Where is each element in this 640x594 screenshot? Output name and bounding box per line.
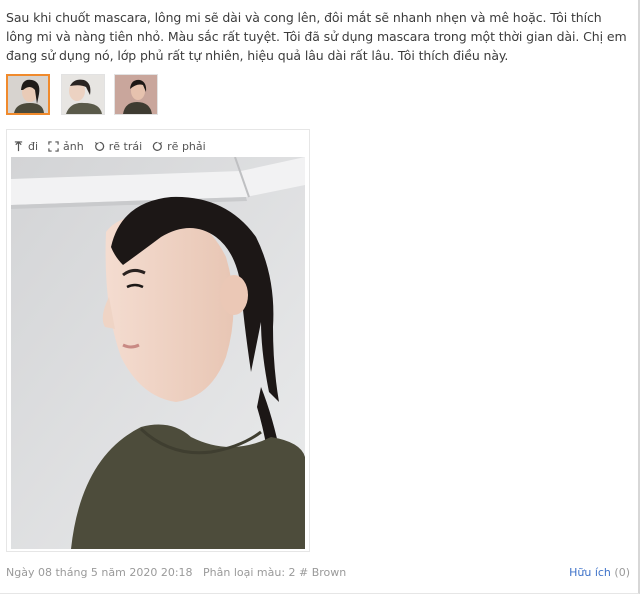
collapse-button[interactable]: đi — [13, 140, 38, 153]
fullscreen-label: ảnh — [63, 139, 84, 153]
helpful-count: (0) — [614, 566, 630, 579]
fullscreen-icon — [48, 140, 59, 152]
review-text: Sau khi chuốt mascara, lông mi sẽ dài và… — [6, 10, 627, 63]
rotate-left-icon — [94, 141, 104, 151]
selected-caret-icon — [26, 114, 36, 115]
review-footer: Ngày 08 tháng 5 năm 2020 20:18 Phân loại… — [6, 566, 630, 582]
rotate-right-label: rẽ phải — [167, 139, 206, 153]
rotate-right-icon — [152, 141, 163, 151]
color-variant: Phân loại màu: 2 # Brown — [203, 566, 347, 579]
image-viewer: đi ảnh rẽ trái rẽ phải — [6, 129, 310, 552]
up-arrow-icon — [14, 140, 23, 151]
rotate-left-label: rẽ trái — [108, 139, 143, 153]
fullscreen-button[interactable]: ảnh — [48, 140, 84, 153]
helpful-section: Hữu ích (0) — [569, 566, 630, 579]
review-photo — [11, 157, 305, 549]
thumbnail-2[interactable] — [61, 74, 105, 115]
collapse-label: đi — [28, 139, 39, 153]
rotate-right-button[interactable]: rẽ phải — [152, 140, 206, 153]
thumbnail-3[interactable] — [114, 74, 158, 115]
rotate-left-button[interactable]: rẽ trái — [94, 140, 142, 153]
thumbnail-1[interactable] — [6, 74, 50, 115]
review-date: Ngày 08 tháng 5 năm 2020 20:18 — [6, 566, 193, 579]
viewer-toolbar: đi ảnh rẽ trái rẽ phải — [13, 138, 216, 154]
helpful-link[interactable]: Hữu ích — [569, 566, 611, 579]
review-card: Sau khi chuốt mascara, lông mi sẽ dài và… — [0, 0, 640, 594]
